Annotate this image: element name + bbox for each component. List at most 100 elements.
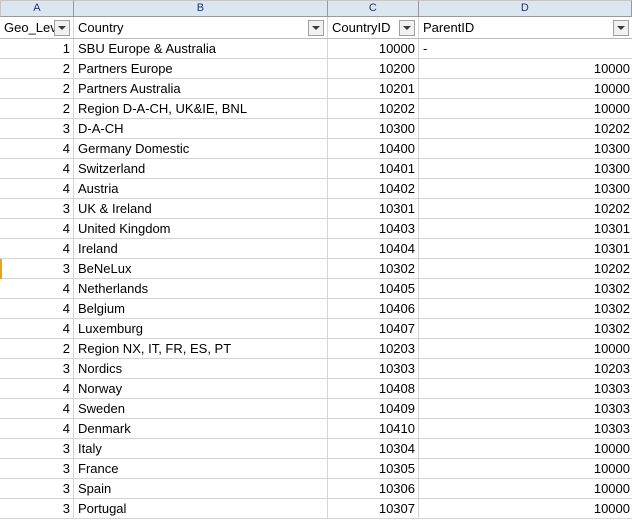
cell-country-id[interactable]: 10201 [328, 79, 419, 99]
table-row[interactable]: 2 Partners Australia 10201 10000 [0, 79, 632, 99]
filter-dropdown-icon[interactable] [613, 19, 629, 36]
cell-country[interactable]: Norway [74, 379, 328, 399]
cell-parent-id[interactable]: 10202 [419, 259, 632, 279]
cell-geo-level[interactable]: 4 [0, 319, 74, 339]
cell-parent-id[interactable]: 10303 [419, 419, 632, 439]
table-row[interactable]: 4 Luxemburg 10407 10302 [0, 319, 632, 339]
filter-dropdown-icon[interactable] [399, 19, 415, 36]
table-row[interactable]: 4 Germany Domestic 10400 10300 [0, 139, 632, 159]
table-row[interactable]: 4 Denmark 10410 10303 [0, 419, 632, 439]
table-row[interactable]: 3 France 10305 10000 [0, 459, 632, 479]
cell-geo-level[interactable]: 4 [0, 379, 74, 399]
cell-parent-id[interactable]: 10000 [419, 499, 632, 519]
cell-parent-id[interactable]: 10300 [419, 139, 632, 159]
cell-country[interactable]: Netherlands [74, 279, 328, 299]
cell-country[interactable]: D-A-CH [74, 119, 328, 139]
cell-geo-level[interactable]: 2 [0, 99, 74, 119]
cell-country-id[interactable]: 10302 [328, 259, 419, 279]
cell-country[interactable]: Portugal [74, 499, 328, 519]
cell-country[interactable]: Partners Australia [74, 79, 328, 99]
cell-country-id[interactable]: 10407 [328, 319, 419, 339]
table-row[interactable]: 4 Ireland 10404 10301 [0, 239, 632, 259]
cell-geo-level[interactable]: 4 [0, 279, 74, 299]
cell-parent-id[interactable]: 10000 [419, 339, 632, 359]
cell-parent-id[interactable]: - [419, 39, 632, 59]
cell-country[interactable]: United Kingdom [74, 219, 328, 239]
table-row[interactable]: 4 Switzerland 10401 10300 [0, 159, 632, 179]
cell-geo-level[interactable]: 4 [0, 399, 74, 419]
table-row[interactable]: 4 Austria 10402 10300 [0, 179, 632, 199]
cell-country[interactable]: Switzerland [74, 159, 328, 179]
table-row[interactable]: 3 Nordics 10303 10203 [0, 359, 632, 379]
cell-parent-id[interactable]: 10302 [419, 299, 632, 319]
cell-geo-level[interactable]: 3 [0, 259, 74, 279]
cell-geo-level[interactable]: 4 [0, 239, 74, 259]
table-row[interactable]: 3 Italy 10304 10000 [0, 439, 632, 459]
table-row[interactable]: 4 Netherlands 10405 10302 [0, 279, 632, 299]
cell-country-id[interactable]: 10400 [328, 139, 419, 159]
cell-country[interactable]: Germany Domestic [74, 139, 328, 159]
cell-country[interactable]: Luxemburg [74, 319, 328, 339]
cell-country[interactable]: BeNeLux [74, 259, 328, 279]
cell-country-id[interactable]: 10203 [328, 339, 419, 359]
cell-country-id[interactable]: 10409 [328, 399, 419, 419]
column-header-d[interactable]: D [419, 0, 632, 17]
cell-parent-id[interactable]: 10303 [419, 399, 632, 419]
cell-parent-id[interactable]: 10000 [419, 439, 632, 459]
column-header-c[interactable]: C [328, 0, 419, 17]
cell-parent-id[interactable]: 10202 [419, 199, 632, 219]
cell-country[interactable]: Region D-A-CH, UK&IE, BNL [74, 99, 328, 119]
cell-parent-id[interactable]: 10000 [419, 99, 632, 119]
table-row[interactable]: 3 Spain 10306 10000 [0, 479, 632, 499]
cell-geo-level[interactable]: 4 [0, 179, 74, 199]
cell-geo-level[interactable]: 2 [0, 339, 74, 359]
cell-parent-id[interactable]: 10000 [419, 79, 632, 99]
cell-parent-id[interactable]: 10203 [419, 359, 632, 379]
cell-country-id[interactable]: 10306 [328, 479, 419, 499]
cell-country-id[interactable]: 10401 [328, 159, 419, 179]
cell-country-id[interactable]: 10301 [328, 199, 419, 219]
cell-geo-level[interactable]: 2 [0, 59, 74, 79]
cell-country-id[interactable]: 10404 [328, 239, 419, 259]
cell-parent-id[interactable]: 10300 [419, 179, 632, 199]
cell-geo-level[interactable]: 3 [0, 439, 74, 459]
cell-parent-id[interactable]: 10202 [419, 119, 632, 139]
cell-country-id[interactable]: 10304 [328, 439, 419, 459]
cell-country-id[interactable]: 10402 [328, 179, 419, 199]
cell-country[interactable]: Belgium [74, 299, 328, 319]
cell-geo-level[interactable]: 3 [0, 459, 74, 479]
table-row[interactable]: 2 Partners Europe 10200 10000 [0, 59, 632, 79]
column-header-b[interactable]: B [74, 0, 328, 17]
cell-country[interactable]: Denmark [74, 419, 328, 439]
cell-country-id[interactable]: 10410 [328, 419, 419, 439]
cell-parent-id[interactable]: 10000 [419, 459, 632, 479]
cell-parent-id[interactable]: 10000 [419, 479, 632, 499]
cell-geo-level[interactable]: 3 [0, 479, 74, 499]
cell-country[interactable]: Partners Europe [74, 59, 328, 79]
cell-country-id[interactable]: 10200 [328, 59, 419, 79]
filter-dropdown-icon[interactable] [308, 19, 324, 36]
cell-geo-level[interactable]: 4 [0, 219, 74, 239]
cell-geo-level[interactable]: 3 [0, 119, 74, 139]
filter-dropdown-icon[interactable] [54, 19, 70, 36]
table-row[interactable]: 3 D-A-CH 10300 10202 [0, 119, 632, 139]
cell-country[interactable]: Nordics [74, 359, 328, 379]
cell-country-id[interactable]: 10408 [328, 379, 419, 399]
column-header-a[interactable]: A [0, 0, 74, 17]
cell-country[interactable]: Sweden [74, 399, 328, 419]
cell-country[interactable]: Ireland [74, 239, 328, 259]
cell-geo-level[interactable]: 4 [0, 139, 74, 159]
cell-country[interactable]: Spain [74, 479, 328, 499]
cell-country[interactable]: UK & Ireland [74, 199, 328, 219]
cell-parent-id[interactable]: 10301 [419, 219, 632, 239]
cell-country[interactable]: SBU Europe & Australia [74, 39, 328, 59]
cell-parent-id[interactable]: 10302 [419, 319, 632, 339]
table-row[interactable]: 3 BeNeLux 10302 10202 [0, 259, 632, 279]
table-row[interactable]: 1 SBU Europe & Australia 10000- [0, 39, 632, 59]
table-row[interactable]: 3 UK & Ireland 10301 10202 [0, 199, 632, 219]
cell-parent-id[interactable]: 10303 [419, 379, 632, 399]
cell-country[interactable]: France [74, 459, 328, 479]
cell-geo-level[interactable]: 1 [0, 39, 74, 59]
cell-geo-level[interactable]: 3 [0, 199, 74, 219]
cell-country-id[interactable]: 10307 [328, 499, 419, 519]
